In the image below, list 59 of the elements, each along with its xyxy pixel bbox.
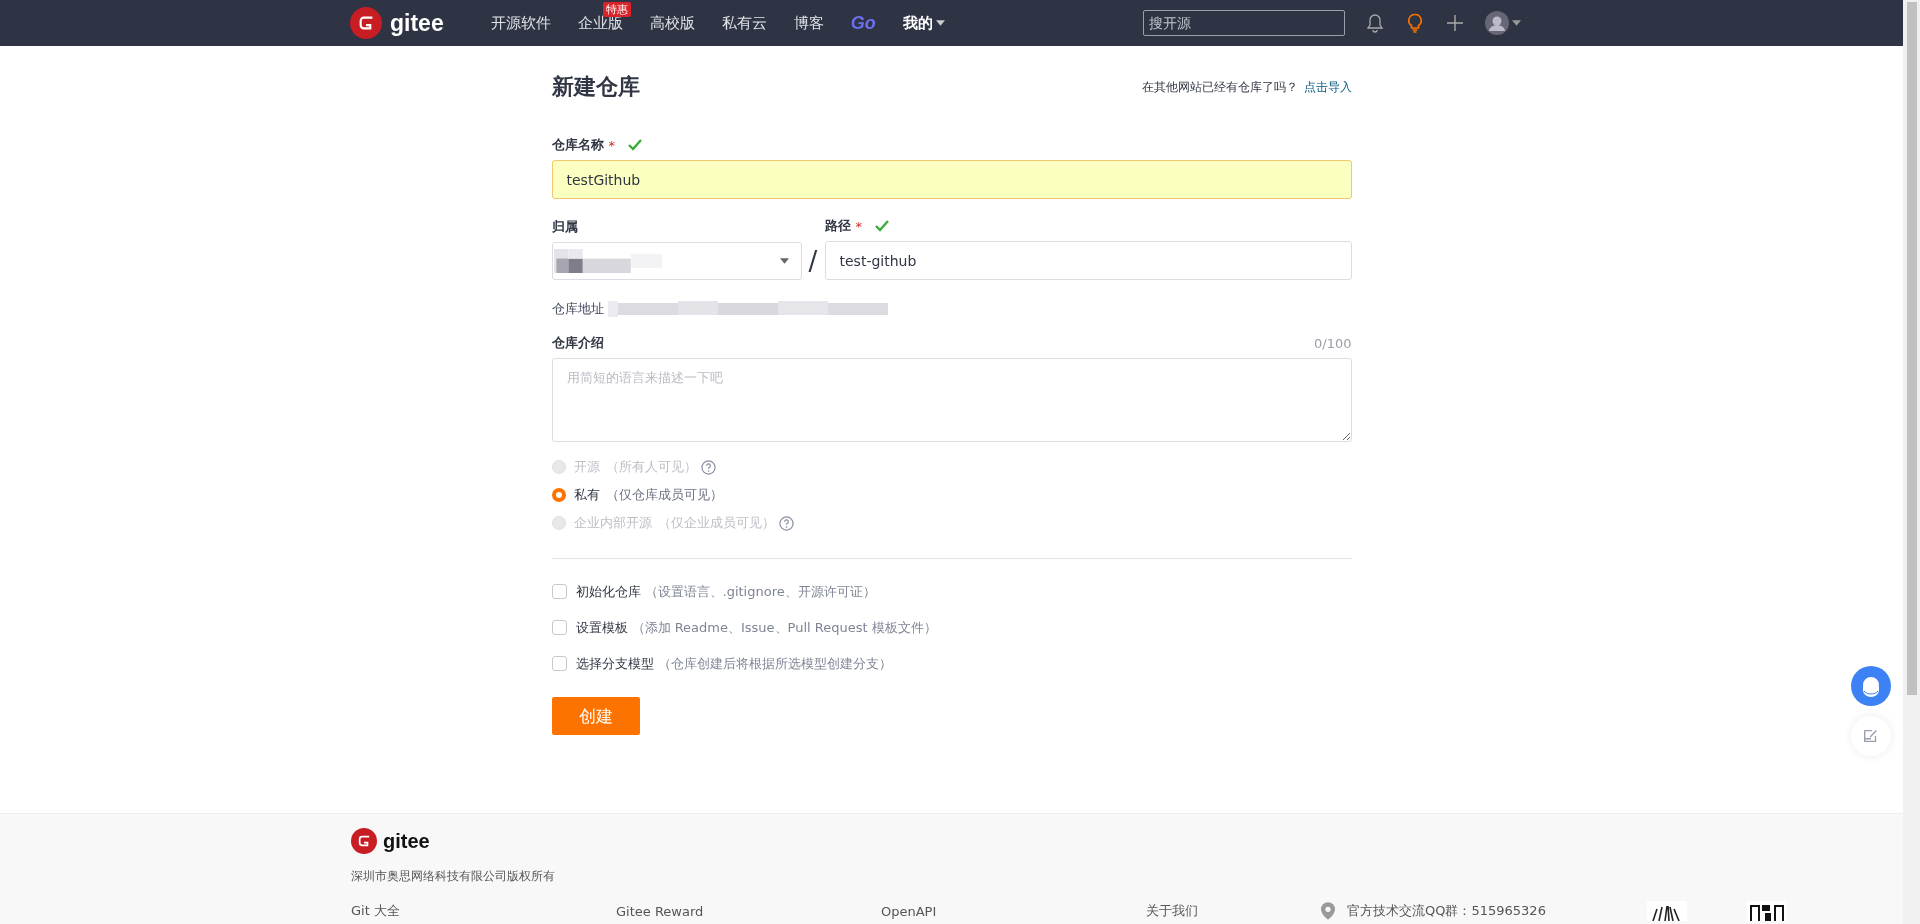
checkbox-label: 设置模板 xyxy=(575,618,628,637)
field-label: 归属 xyxy=(551,218,578,236)
page-title: 新建仓库 xyxy=(551,73,640,101)
nav-link[interactable]: 高校版 xyxy=(649,13,695,33)
user-avatar-menu[interactable] xyxy=(1484,11,1521,35)
feedback-button[interactable] xyxy=(1851,716,1891,756)
footer-link[interactable]: OpenAPI xyxy=(881,903,1146,919)
scrollbar-thumb[interactable] xyxy=(1906,2,1917,695)
checkbox-note: （仓库创建后将根据所选模型创建分支） xyxy=(657,654,892,673)
checkbox[interactable] xyxy=(551,584,567,599)
required-mark: * xyxy=(855,218,862,234)
import-prompt: 在其他网站已经有仓库了吗？ xyxy=(1141,78,1298,96)
checkbox[interactable] xyxy=(551,620,567,635)
radio-label: 开源 xyxy=(573,458,600,476)
logo-icon xyxy=(351,828,377,854)
footer-link[interactable]: 关于我们 xyxy=(1146,902,1321,920)
page-scrollbar[interactable] xyxy=(1903,0,1920,924)
my-menu-dropdown[interactable]: 我的 xyxy=(902,13,945,33)
repo-path-field[interactable]: test-github xyxy=(824,241,1352,280)
search-field[interactable]: 搜开源 xyxy=(1142,10,1345,36)
promo-badge: 特惠 xyxy=(602,1,631,17)
radio-note: （所有人可见） xyxy=(605,458,697,476)
checkbox-label: 选择分支模型 xyxy=(575,654,654,673)
caret-icon xyxy=(779,258,789,264)
checkbox-note: （添加 Readme、Issue、Pull Request 模板文件） xyxy=(631,618,937,637)
field-label: 仓库名称 xyxy=(551,136,604,154)
nav-link[interactable]: 私有云 xyxy=(721,13,767,33)
footer-link[interactable]: Git 大全 xyxy=(351,902,616,920)
radio-label: 私有 xyxy=(573,486,600,504)
checkbox-label: 初始化仓库 xyxy=(575,582,641,601)
logo-icon xyxy=(350,7,382,39)
required-mark: * xyxy=(608,137,615,153)
nav-link[interactable]: 开源软件 xyxy=(490,13,551,33)
checkbox-note: （设置语言、.gitignore、开源许可证） xyxy=(644,582,876,601)
radio-note: （仅企业成员可见） xyxy=(657,514,775,532)
location-pin-icon xyxy=(1321,902,1335,920)
qq-group-text: 官方技术交流QQ群：515965326 xyxy=(1347,902,1547,920)
radio-button[interactable] xyxy=(551,488,566,502)
repo-name-field[interactable]: testGithub xyxy=(551,160,1352,199)
field-label: 路径 xyxy=(824,217,851,235)
support-agent-icon[interactable] xyxy=(1851,666,1891,706)
import-link[interactable]: 点击导入 xyxy=(1303,78,1352,96)
address-label: 仓库地址 xyxy=(551,300,604,318)
logo-text: gitee xyxy=(383,829,430,853)
copyright-text: 深圳市奥思网络科技有限公司版权所有 xyxy=(351,868,556,885)
radio-note: （仅仓库成员可见） xyxy=(605,486,723,504)
caret-icon xyxy=(1511,20,1521,26)
footer-link[interactable]: Gitee Reward xyxy=(616,903,881,919)
char-counter: 0/100 xyxy=(1314,335,1352,351)
gitee-logo-link[interactable]: gitee xyxy=(350,7,444,39)
caret-icon xyxy=(935,20,945,26)
bell-icon[interactable] xyxy=(1364,13,1385,33)
nav-link[interactable]: 博客 xyxy=(793,13,824,33)
radio-label: 企业内部开源 xyxy=(573,514,652,532)
path-separator: / xyxy=(807,245,819,278)
owner-select[interactable] xyxy=(551,242,802,280)
field-label: 仓库介绍 xyxy=(551,334,604,352)
checkbox[interactable] xyxy=(551,656,567,671)
plus-icon[interactable] xyxy=(1444,13,1465,33)
